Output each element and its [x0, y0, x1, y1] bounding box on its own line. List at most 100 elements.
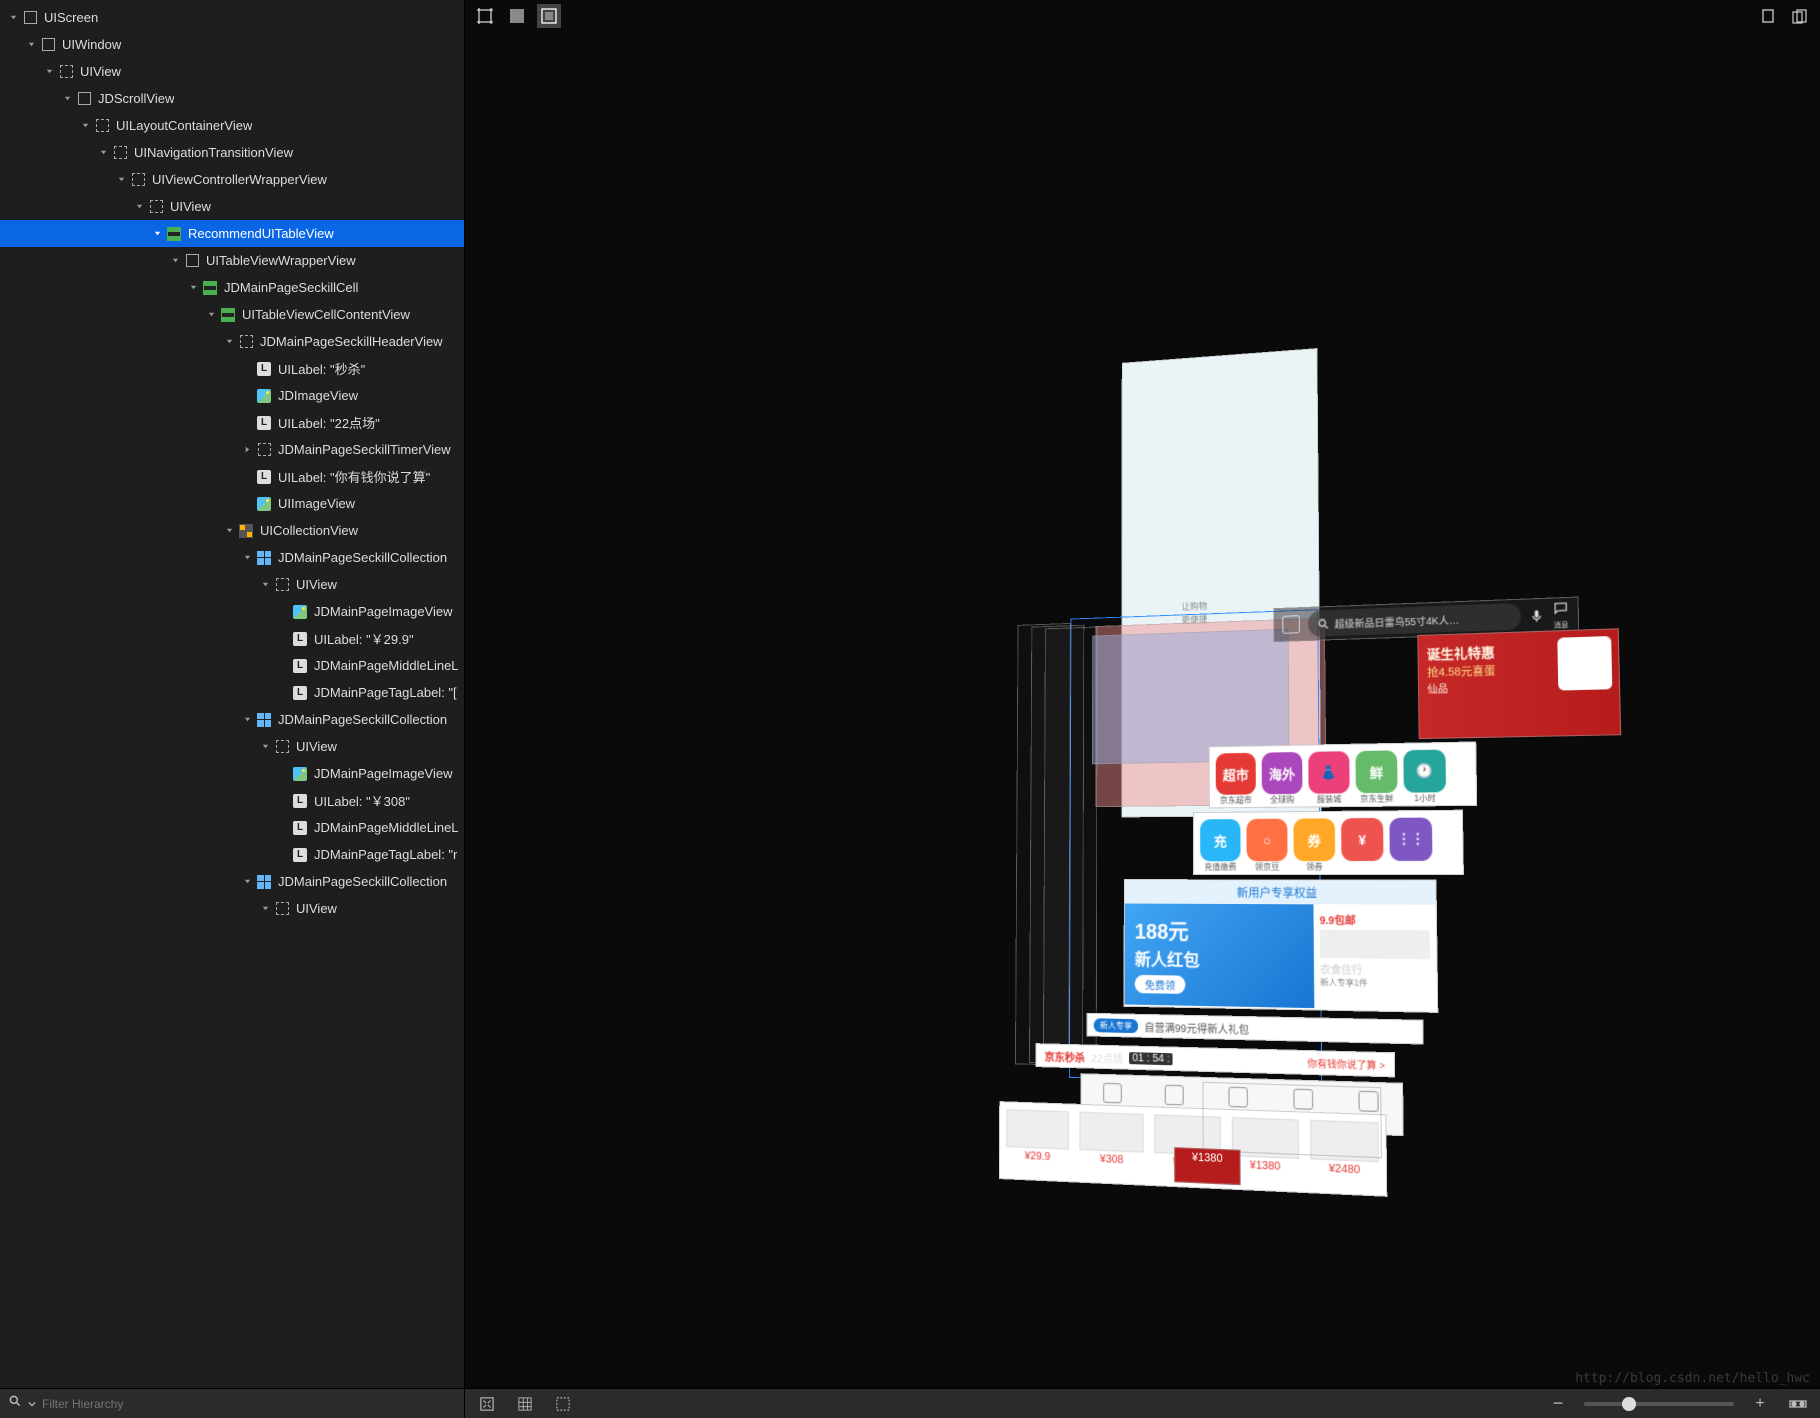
disclosure-triangle-icon[interactable]	[44, 67, 54, 77]
tree-row[interactable]: UIView	[0, 193, 464, 220]
disclosure-triangle-icon[interactable]	[242, 877, 252, 887]
tree-row[interactable]: UIWindow	[0, 31, 464, 58]
tree-row[interactable]: LJDMainPageTagLabel: "[	[0, 679, 464, 706]
disclosure-triangle-icon[interactable]	[278, 796, 288, 806]
category-item[interactable]: ¥	[1341, 818, 1384, 873]
disclosure-triangle-icon[interactable]	[116, 175, 126, 185]
tree-row[interactable]: LUILabel: "秒杀"	[0, 355, 464, 382]
tree-row[interactable]: JDMainPageSeckillCell	[0, 274, 464, 301]
wireframe-mode-icon[interactable]	[537, 4, 561, 28]
category-item[interactable]: ○领京豆	[1246, 819, 1287, 873]
tree-row[interactable]: JDMainPageSeckillCollection	[0, 544, 464, 571]
message-icon[interactable]	[1552, 599, 1569, 614]
tree-row[interactable]: UIView	[0, 58, 464, 85]
tree-row[interactable]: LJDMainPageMiddleLineL	[0, 652, 464, 679]
filter-input[interactable]	[42, 1397, 456, 1411]
tree-row[interactable]: JDScrollView	[0, 85, 464, 112]
disclosure-triangle-icon[interactable]	[188, 283, 198, 293]
actual-size-icon[interactable]	[475, 1392, 499, 1416]
tree-row[interactable]: JDMainPageSeckillCollection	[0, 868, 464, 895]
seckill-item[interactable]: ¥29.9	[1005, 1109, 1068, 1164]
disclosure-triangle-icon[interactable]	[278, 823, 288, 833]
disclosure-triangle-icon[interactable]	[26, 40, 36, 50]
tree-row[interactable]: JDMainPageImageView	[0, 760, 464, 787]
disclosure-triangle-icon[interactable]	[206, 310, 216, 320]
tree-row[interactable]: UIImageView	[0, 490, 464, 517]
category-item[interactable]: 👗服装城	[1308, 751, 1350, 805]
disclosure-triangle-icon[interactable]	[224, 526, 234, 536]
disclosure-triangle-icon[interactable]	[242, 445, 252, 455]
disclosure-triangle-icon[interactable]	[242, 418, 252, 428]
disclosure-triangle-icon[interactable]	[242, 364, 252, 374]
disclosure-triangle-icon[interactable]	[242, 715, 252, 725]
category-item[interactable]: 超市京东超市	[1215, 753, 1255, 806]
disclosure-triangle-icon[interactable]	[242, 391, 252, 401]
disclosure-triangle-icon[interactable]	[278, 661, 288, 671]
category-item[interactable]: 🕐1小时	[1403, 749, 1446, 804]
disclosure-triangle-icon[interactable]	[278, 769, 288, 779]
zoom-in-icon[interactable]: +	[1748, 1392, 1772, 1416]
zoom-out-icon[interactable]: −	[1546, 1392, 1570, 1416]
tree-row[interactable]: UITableViewCellContentView	[0, 301, 464, 328]
category-item[interactable]: ⋮⋮	[1389, 818, 1432, 873]
3d-canvas[interactable]: 让购物更便捷 超级新品日雷鸟55寸4K人… 消息	[465, 32, 1820, 1388]
disclosure-triangle-icon[interactable]	[80, 121, 90, 131]
scan-icon[interactable]	[1282, 615, 1300, 634]
range-icon[interactable]	[1786, 1392, 1810, 1416]
hierarchy-tree[interactable]: UIScreenUIWindowUIViewJDScrollViewUILayo…	[0, 0, 464, 1388]
disclosure-triangle-icon[interactable]	[260, 742, 270, 752]
tree-row[interactable]: UIView	[0, 571, 464, 598]
tree-row[interactable]: JDMainPageSeckillTimerView	[0, 436, 464, 463]
disclosure-triangle-icon[interactable]	[242, 499, 252, 509]
tree-row[interactable]: LUILabel: "你有钱你说了算"	[0, 463, 464, 490]
disclosure-triangle-icon[interactable]	[278, 850, 288, 860]
zoom-slider[interactable]	[1584, 1402, 1734, 1406]
tree-row[interactable]: UIView	[0, 733, 464, 760]
tree-row[interactable]: LUILabel: "￥308"	[0, 787, 464, 814]
disclosure-triangle-icon[interactable]	[278, 607, 288, 617]
tree-row[interactable]: UIScreen	[0, 4, 464, 31]
disclosure-triangle-icon[interactable]	[8, 13, 18, 23]
mic-icon[interactable]	[1529, 608, 1544, 623]
disclosure-triangle-icon[interactable]	[152, 229, 162, 239]
orient-2d-icon[interactable]	[1756, 4, 1780, 28]
new-user-banner[interactable]: 新用户专享权益 188元 新人红包 免费领 9.9包邮 衣食住行 新人专享1件	[1123, 879, 1438, 1013]
category-item[interactable]: 鲜京东生鲜	[1355, 750, 1397, 805]
redpacket-button[interactable]: 免费领	[1134, 975, 1185, 994]
tree-row[interactable]: LUILabel: "￥29.9"	[0, 625, 464, 652]
content-mode-icon[interactable]	[505, 4, 529, 28]
disclosure-triangle-icon[interactable]	[224, 337, 234, 347]
chevron-down-icon[interactable]	[28, 1395, 36, 1413]
seckill-tagline[interactable]: 你有钱你说了算 >	[1307, 1055, 1385, 1072]
clip-mode-icon[interactable]	[473, 4, 497, 28]
tree-row[interactable]: UILayoutContainerView	[0, 112, 464, 139]
disclosure-triangle-icon[interactable]	[278, 634, 288, 644]
disclosure-triangle-icon[interactable]	[98, 148, 108, 158]
disclosure-triangle-icon[interactable]	[134, 202, 144, 212]
bounds-icon[interactable]	[551, 1392, 575, 1416]
tree-row[interactable]: JDMainPageSeckillHeaderView	[0, 328, 464, 355]
promo-banner[interactable]: 诞生礼特惠 抢4.58元喜蛋 仙品	[1417, 628, 1621, 739]
tree-row[interactable]: JDMainPageImageView	[0, 598, 464, 625]
category-item[interactable]: 充充值缴费	[1200, 819, 1241, 873]
grid-icon[interactable]	[513, 1392, 537, 1416]
disclosure-triangle-icon[interactable]	[260, 904, 270, 914]
tree-row[interactable]: UITableViewWrapperView	[0, 247, 464, 274]
orient-3d-icon[interactable]	[1788, 4, 1812, 28]
tree-row[interactable]: JDImageView	[0, 382, 464, 409]
disclosure-triangle-icon[interactable]	[260, 580, 270, 590]
disclosure-triangle-icon[interactable]	[170, 256, 180, 266]
tree-row[interactable]: JDMainPageSeckillCollection	[0, 706, 464, 733]
tree-row[interactable]: RecommendUITableView	[0, 220, 464, 247]
tree-row[interactable]: UICollectionView	[0, 517, 464, 544]
tree-row[interactable]: LUILabel: "22点场"	[0, 409, 464, 436]
tree-row[interactable]: UINavigationTransitionView	[0, 139, 464, 166]
tree-row[interactable]: LJDMainPageMiddleLineL	[0, 814, 464, 841]
tree-row[interactable]: UIViewControllerWrapperView	[0, 166, 464, 193]
category-item[interactable]: 海外全球购	[1261, 752, 1302, 806]
disclosure-triangle-icon[interactable]	[62, 94, 72, 104]
disclosure-triangle-icon[interactable]	[278, 688, 288, 698]
disclosure-triangle-icon[interactable]	[242, 472, 252, 482]
seckill-item[interactable]: ¥308	[1079, 1112, 1143, 1168]
category-item[interactable]: 券领券	[1293, 818, 1335, 873]
